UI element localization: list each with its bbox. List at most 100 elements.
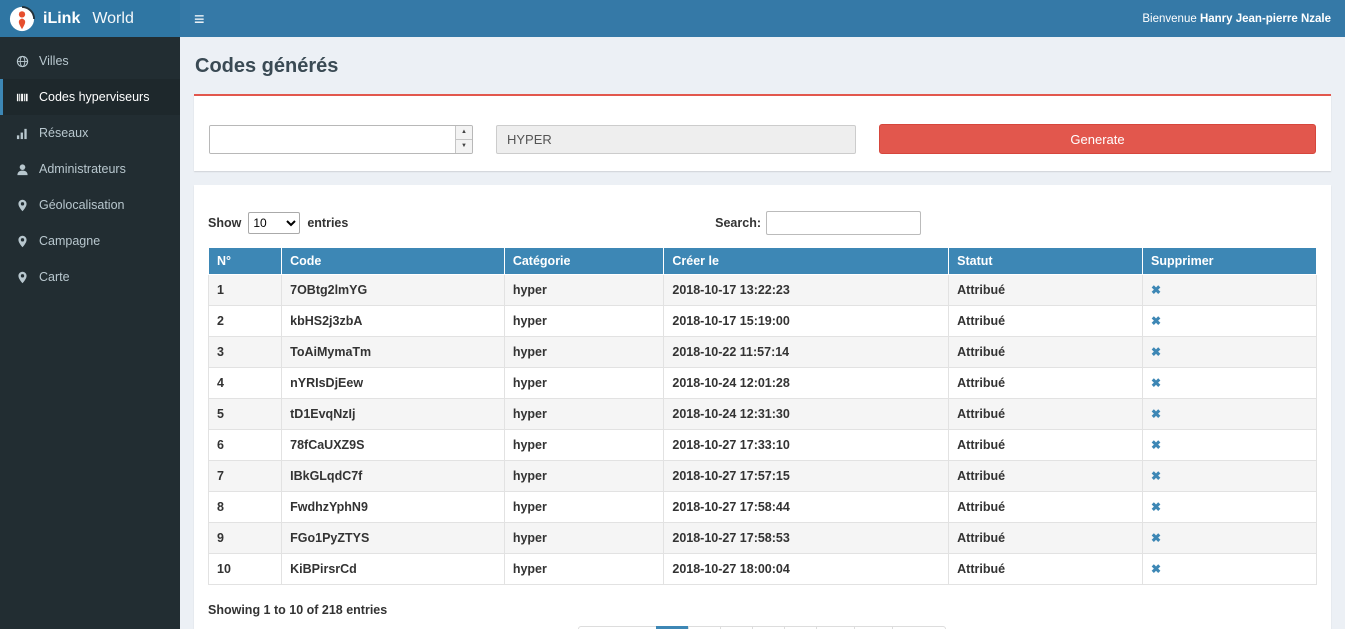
spinner-up-icon[interactable]: ▲	[456, 126, 472, 140]
sidebar-item-codes-hyperviseurs[interactable]: Codes hyperviseurs	[0, 79, 180, 115]
spinner-down-icon[interactable]: ▼	[456, 140, 472, 153]
cell-code: 7OBtg2lmYG	[282, 275, 505, 306]
column-header-code[interactable]: Code	[282, 248, 505, 275]
sidebar-item-carte[interactable]: Carte	[0, 259, 180, 295]
cell-status: Attribué	[949, 461, 1143, 492]
cell-category: hyper	[504, 554, 664, 585]
brand-logo[interactable]: iLinkWorld	[0, 0, 180, 37]
cell-status: Attribué	[949, 523, 1143, 554]
codes-table: N° Code Catégorie Créer le Statut Suppri…	[208, 247, 1317, 585]
brand-name-light: World	[92, 10, 134, 28]
delete-icon[interactable]: ✖	[1151, 562, 1161, 576]
cell-status: Attribué	[949, 306, 1143, 337]
cell-created: 2018-10-27 17:58:44	[664, 492, 949, 523]
delete-icon[interactable]: ✖	[1151, 345, 1161, 359]
sidebar-item-reseaux[interactable]: Réseaux	[0, 115, 180, 151]
cell-num: 10	[209, 554, 282, 585]
cell-code: 78fCaUXZ9S	[282, 430, 505, 461]
delete-icon[interactable]: ✖	[1151, 469, 1161, 483]
map-marker-icon	[16, 199, 29, 212]
cell-delete: ✖	[1143, 337, 1317, 368]
cell-category: hyper	[504, 275, 664, 306]
sidebar-menu: Villes Codes hyperviseurs	[0, 37, 180, 295]
cell-created: 2018-10-17 15:19:00	[664, 306, 949, 337]
barcode-icon	[16, 91, 29, 104]
cell-status: Attribué	[949, 492, 1143, 523]
hamburger-menu-icon[interactable]: ≡	[194, 10, 205, 28]
search-control: Search:	[715, 211, 921, 235]
delete-icon[interactable]: ✖	[1151, 531, 1161, 545]
sidebar-item-administrateurs[interactable]: Administrateurs	[0, 151, 180, 187]
table-row: 4 nYRIsDjEew hyper 2018-10-24 12:01:28 A…	[209, 368, 1317, 399]
cell-status: Attribué	[949, 430, 1143, 461]
sidebar-item-label: Carte	[39, 270, 70, 284]
cell-category: hyper	[504, 306, 664, 337]
cell-created: 2018-10-24 12:01:28	[664, 368, 949, 399]
cell-category: hyper	[504, 461, 664, 492]
cell-code: kbHS2j3zbA	[282, 306, 505, 337]
code-count-input[interactable]	[210, 126, 455, 153]
cell-code: tD1EvqNzIj	[282, 399, 505, 430]
welcome-label: Bienvenue	[1142, 13, 1196, 25]
logo-icon	[9, 6, 35, 32]
delete-icon[interactable]: ✖	[1151, 314, 1161, 328]
cell-num: 3	[209, 337, 282, 368]
delete-icon[interactable]: ✖	[1151, 283, 1161, 297]
cell-delete: ✖	[1143, 399, 1317, 430]
column-header-num[interactable]: N°	[209, 248, 282, 275]
user-name: Hanry Jean-pierre Nzale	[1200, 13, 1331, 25]
cell-created: 2018-10-27 17:57:15	[664, 461, 949, 492]
table-row: 10 KiBPirsrCd hyper 2018-10-27 18:00:04 …	[209, 554, 1317, 585]
column-header-status[interactable]: Statut	[949, 248, 1143, 275]
cell-num: 5	[209, 399, 282, 430]
column-header-category[interactable]: Catégorie	[504, 248, 664, 275]
cell-category: hyper	[504, 368, 664, 399]
delete-icon[interactable]: ✖	[1151, 500, 1161, 514]
column-header-delete[interactable]: Supprimer	[1143, 248, 1317, 275]
sidebar-item-geolocalisation[interactable]: Géolocalisation	[0, 187, 180, 223]
user-menu[interactable]: Bienvenue Hanry Jean-pierre Nzale	[1142, 13, 1331, 25]
showing-entries-text: Showing 1 to 10 of 218 entries	[208, 603, 1317, 617]
cell-category: hyper	[504, 337, 664, 368]
cell-num: 8	[209, 492, 282, 523]
search-input[interactable]	[766, 211, 921, 235]
cell-status: Attribué	[949, 337, 1143, 368]
table-row: 9 FGo1PyZTYS hyper 2018-10-27 17:58:53 A…	[209, 523, 1317, 554]
category-field[interactable]	[496, 125, 856, 154]
sidebar-item-campagne[interactable]: Campagne	[0, 223, 180, 259]
cell-num: 1	[209, 275, 282, 306]
top-navbar: ≡ Bienvenue Hanry Jean-pierre Nzale	[180, 0, 1345, 37]
cell-code: ToAiMymaTm	[282, 337, 505, 368]
cell-status: Attribué	[949, 368, 1143, 399]
cell-num: 4	[209, 368, 282, 399]
codes-table-head: N° Code Catégorie Créer le Statut Suppri…	[209, 248, 1317, 275]
table-row: 8 FwdhzYphN9 hyper 2018-10-27 17:58:44 A…	[209, 492, 1317, 523]
delete-icon[interactable]: ✖	[1151, 376, 1161, 390]
user-icon	[16, 163, 29, 176]
generate-button[interactable]: Generate	[879, 124, 1316, 154]
cell-created: 2018-10-27 17:33:10	[664, 430, 949, 461]
codes-table-panel: Show 10 entries Search:	[194, 185, 1331, 629]
column-header-created[interactable]: Créer le	[664, 248, 949, 275]
table-row: 6 78fCaUXZ9S hyper 2018-10-27 17:33:10 A…	[209, 430, 1317, 461]
cell-num: 9	[209, 523, 282, 554]
cell-created: 2018-10-17 13:22:23	[664, 275, 949, 306]
table-row: 7 IBkGLqdC7f hyper 2018-10-27 17:57:15 A…	[209, 461, 1317, 492]
cell-delete: ✖	[1143, 492, 1317, 523]
delete-icon[interactable]: ✖	[1151, 438, 1161, 452]
page-size-select[interactable]: 10	[248, 212, 300, 234]
table-footer: Showing 1 to 10 of 218 entries Previous1…	[208, 603, 1317, 629]
cell-delete: ✖	[1143, 461, 1317, 492]
map-marker-icon	[16, 235, 29, 248]
page-title: Codes générés	[195, 55, 1330, 78]
table-controls: Show 10 entries Search:	[208, 211, 1317, 235]
signal-bars-icon	[16, 127, 29, 140]
cell-category: hyper	[504, 492, 664, 523]
delete-icon[interactable]: ✖	[1151, 407, 1161, 421]
sidebar: iLinkWorld Villes	[0, 0, 180, 629]
sidebar-item-villes[interactable]: Villes	[0, 43, 180, 79]
sidebar-item-label: Géolocalisation	[39, 198, 124, 212]
globe-icon	[16, 55, 29, 68]
cell-delete: ✖	[1143, 368, 1317, 399]
sidebar-item-label: Codes hyperviseurs	[39, 90, 149, 104]
